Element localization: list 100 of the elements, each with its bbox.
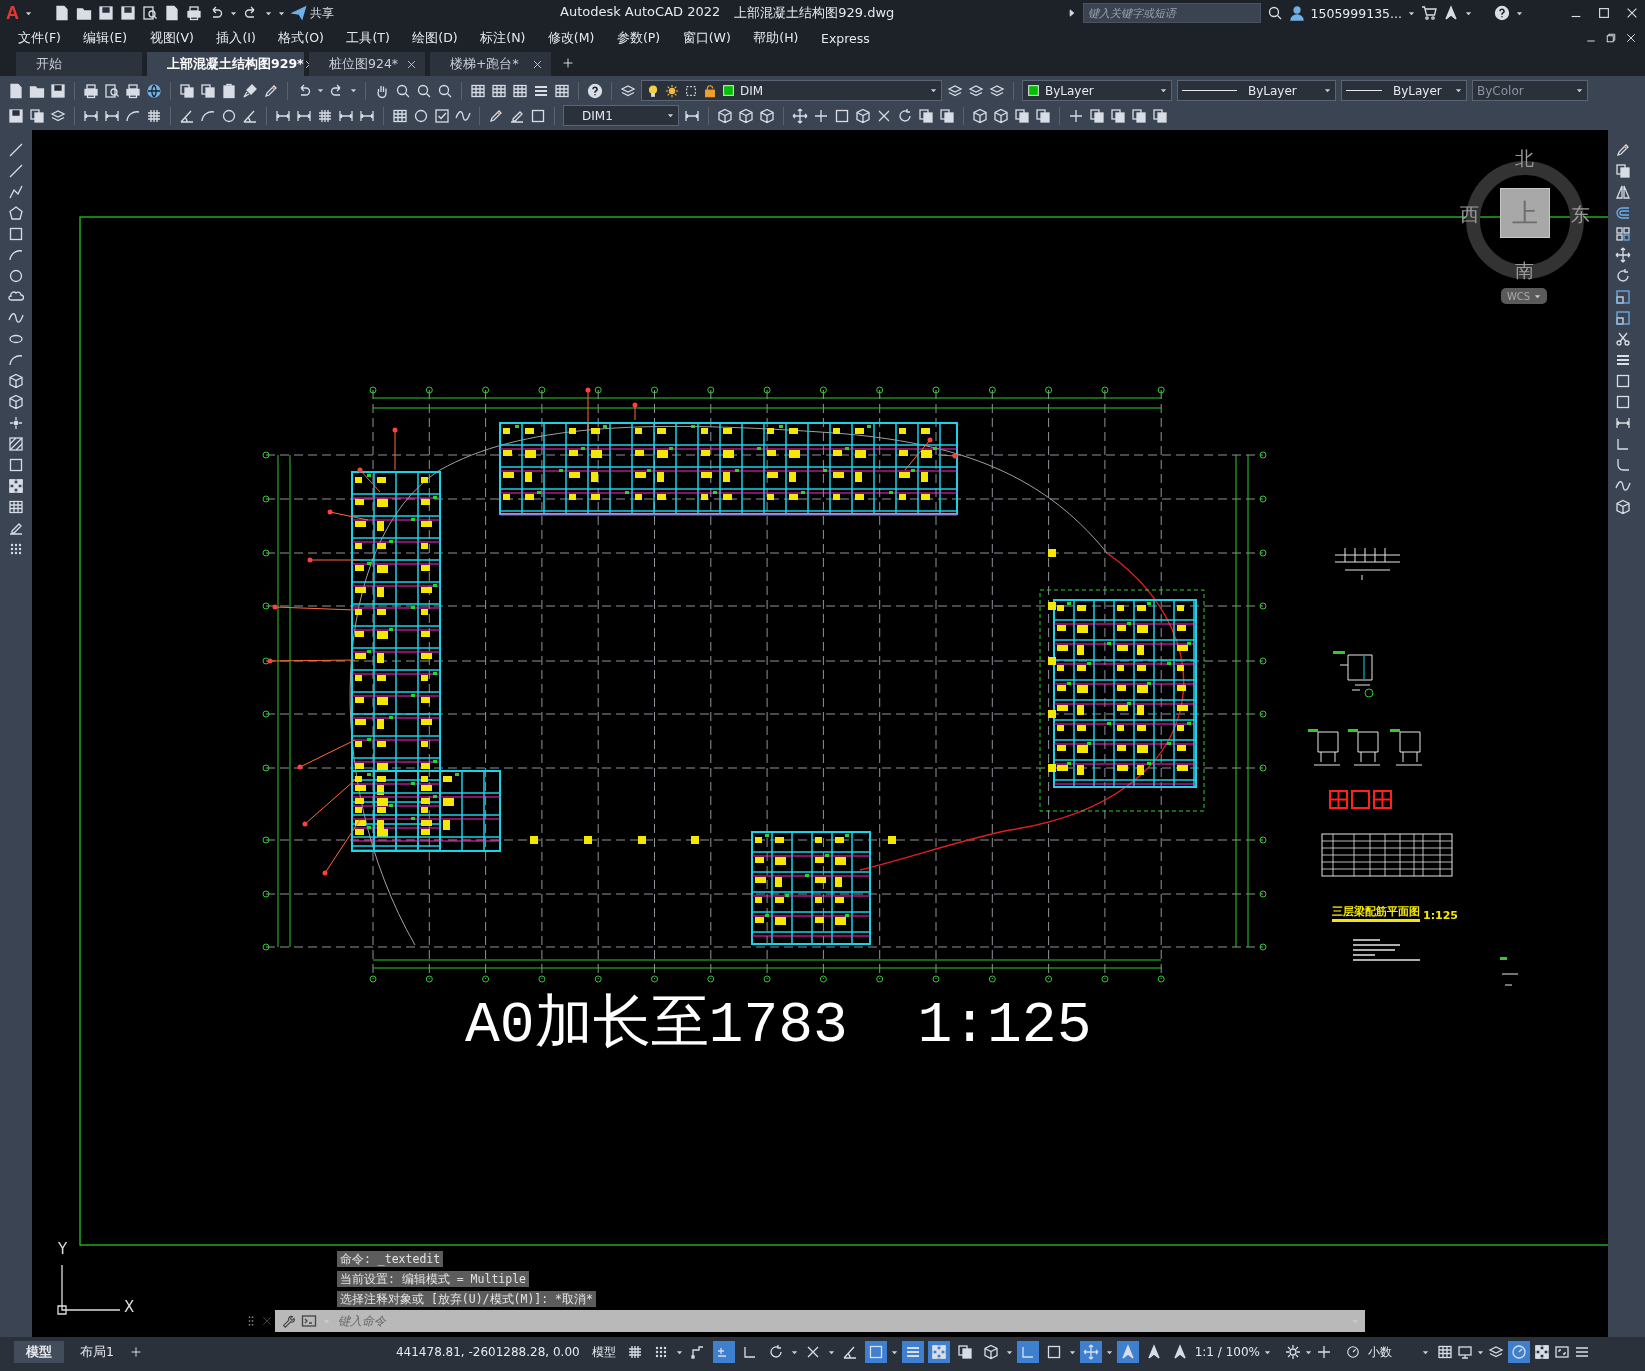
space-button[interactable]: 模型 [591, 1343, 616, 1361]
layer-dropdown[interactable]: DIM [641, 80, 942, 101]
compass-direction[interactable]: 北 [1515, 146, 1534, 172]
printer-icon[interactable] [186, 5, 202, 21]
search-icon[interactable] [1266, 5, 1283, 21]
line-icon[interactable] [8, 142, 24, 158]
close-icon[interactable] [532, 58, 543, 70]
fullscreen-icon[interactable] [1554, 1344, 1570, 1360]
caret-icon[interactable] [25, 9, 32, 17]
checker-icon[interactable] [8, 478, 24, 494]
file-tab[interactable]: 开始 [16, 52, 142, 76]
file-tab[interactable]: 楼梯+跑台* [430, 52, 551, 76]
compass-direction[interactable]: 南 [1515, 258, 1534, 284]
polygon-icon[interactable] [8, 205, 24, 221]
compass-direction[interactable]: 西 [1460, 202, 1479, 228]
person-toggle-button[interactable] [1116, 1341, 1139, 1363]
circle-icon[interactable] [413, 107, 429, 124]
cart-icon[interactable] [1421, 5, 1437, 21]
annotation-scale-button[interactable]: 1:1 / 100% [1194, 1345, 1260, 1359]
cube-icon[interactable] [1615, 499, 1631, 515]
file-tab[interactable]: 桩位图924* [309, 52, 425, 76]
grid-icon[interactable] [317, 107, 333, 124]
square-icon[interactable] [8, 226, 24, 242]
clip-icon[interactable] [221, 82, 237, 99]
cube-icon[interactable] [717, 107, 733, 124]
caret-icon[interactable] [827, 1348, 835, 1356]
printer-icon[interactable] [83, 82, 99, 99]
caret-icon[interactable] [1465, 9, 1472, 17]
grid-icon[interactable] [146, 107, 162, 124]
square-icon[interactable] [1615, 373, 1631, 389]
caret-icon[interactable] [350, 87, 357, 94]
cube-icon[interactable] [972, 107, 988, 124]
lines-toggle-button[interactable] [901, 1341, 924, 1363]
menu-item[interactable]: 文件(F) [18, 29, 61, 47]
user-icon[interactable] [1288, 5, 1305, 21]
close-icon[interactable] [406, 58, 417, 70]
trim-icon[interactable] [1615, 331, 1631, 347]
lines-icon[interactable] [1615, 352, 1631, 368]
caret-icon[interactable] [790, 1348, 798, 1356]
caret-icon[interactable] [317, 87, 324, 94]
square-icon[interactable] [8, 457, 24, 473]
square-toggle-button[interactable] [864, 1341, 887, 1363]
check-icon[interactable] [434, 107, 450, 124]
pencil-icon[interactable] [1615, 142, 1631, 158]
dimension-style-dropdown[interactable]: DIM1 [563, 105, 679, 126]
copy-icon[interactable] [1035, 107, 1051, 124]
layout-tab[interactable]: 模型 [14, 1341, 64, 1363]
scale-icon[interactable] [1615, 310, 1631, 326]
search-icon[interactable] [437, 82, 453, 99]
dots-icon[interactable] [8, 541, 24, 557]
arc-icon[interactable] [8, 352, 24, 368]
rotate-icon[interactable] [1615, 268, 1631, 284]
brush-icon[interactable] [242, 82, 258, 99]
corner-toggle-button[interactable] [1016, 1341, 1039, 1363]
copy-icon[interactable] [1131, 107, 1147, 124]
hatch-icon[interactable] [8, 436, 24, 452]
table-icon[interactable] [554, 82, 570, 99]
mirror-icon[interactable] [1615, 184, 1631, 200]
copy-icon[interactable] [939, 107, 955, 124]
menu-item[interactable]: 工具(T) [346, 29, 390, 47]
copy-icon[interactable] [1110, 107, 1126, 124]
linetype-dropdown[interactable]: ByLayer [1177, 80, 1336, 101]
color-dropdown[interactable]: ByLayer [1022, 80, 1172, 101]
rotate-icon[interactable] [897, 107, 913, 124]
scale-icon[interactable] [1615, 289, 1631, 305]
polyline-icon[interactable] [8, 184, 24, 200]
menu-item[interactable]: 修改(M) [547, 29, 595, 47]
gauge-icon[interactable] [1346, 1345, 1360, 1359]
line-icon[interactable] [8, 163, 24, 179]
units-dropdown[interactable]: 小数 [1364, 1343, 1433, 1361]
copy-icon[interactable] [1014, 107, 1030, 124]
caret-icon[interactable] [1516, 9, 1523, 17]
lineweight-dropdown[interactable]: ByLayer [1341, 80, 1467, 101]
move-icon[interactable] [792, 107, 808, 124]
copy-icon[interactable] [200, 82, 216, 99]
spline-icon[interactable] [1615, 478, 1631, 494]
menu-item[interactable]: 绘图(D) [412, 29, 458, 47]
help-icon[interactable] [587, 82, 603, 99]
menu-item[interactable]: 插入(I) [216, 29, 256, 47]
monitor-icon[interactable] [1457, 1344, 1473, 1360]
command-input[interactable]: 键入命令 [336, 1311, 1346, 1331]
table-icon[interactable] [392, 107, 408, 124]
copy-icon[interactable] [1152, 107, 1168, 124]
move-icon[interactable] [1615, 247, 1631, 263]
table-icon[interactable] [512, 82, 528, 99]
offset-icon[interactable] [1615, 205, 1631, 221]
caret-icon[interactable] [675, 1348, 683, 1356]
restore-icon[interactable] [1605, 32, 1617, 44]
table-icon[interactable] [470, 82, 486, 99]
copy-icon[interactable] [29, 107, 45, 124]
send-icon[interactable] [291, 5, 307, 21]
caret-icon[interactable] [1105, 1348, 1113, 1356]
checker-icon[interactable] [1534, 1344, 1550, 1360]
square-icon[interactable] [834, 107, 850, 124]
plus-icon[interactable] [562, 57, 574, 69]
wrench-icon[interactable] [281, 1314, 295, 1328]
close-icon[interactable] [1625, 6, 1639, 20]
gear-icon[interactable] [1285, 1344, 1301, 1360]
copy-icon[interactable] [1615, 163, 1631, 179]
plus-icon[interactable] [813, 107, 829, 124]
